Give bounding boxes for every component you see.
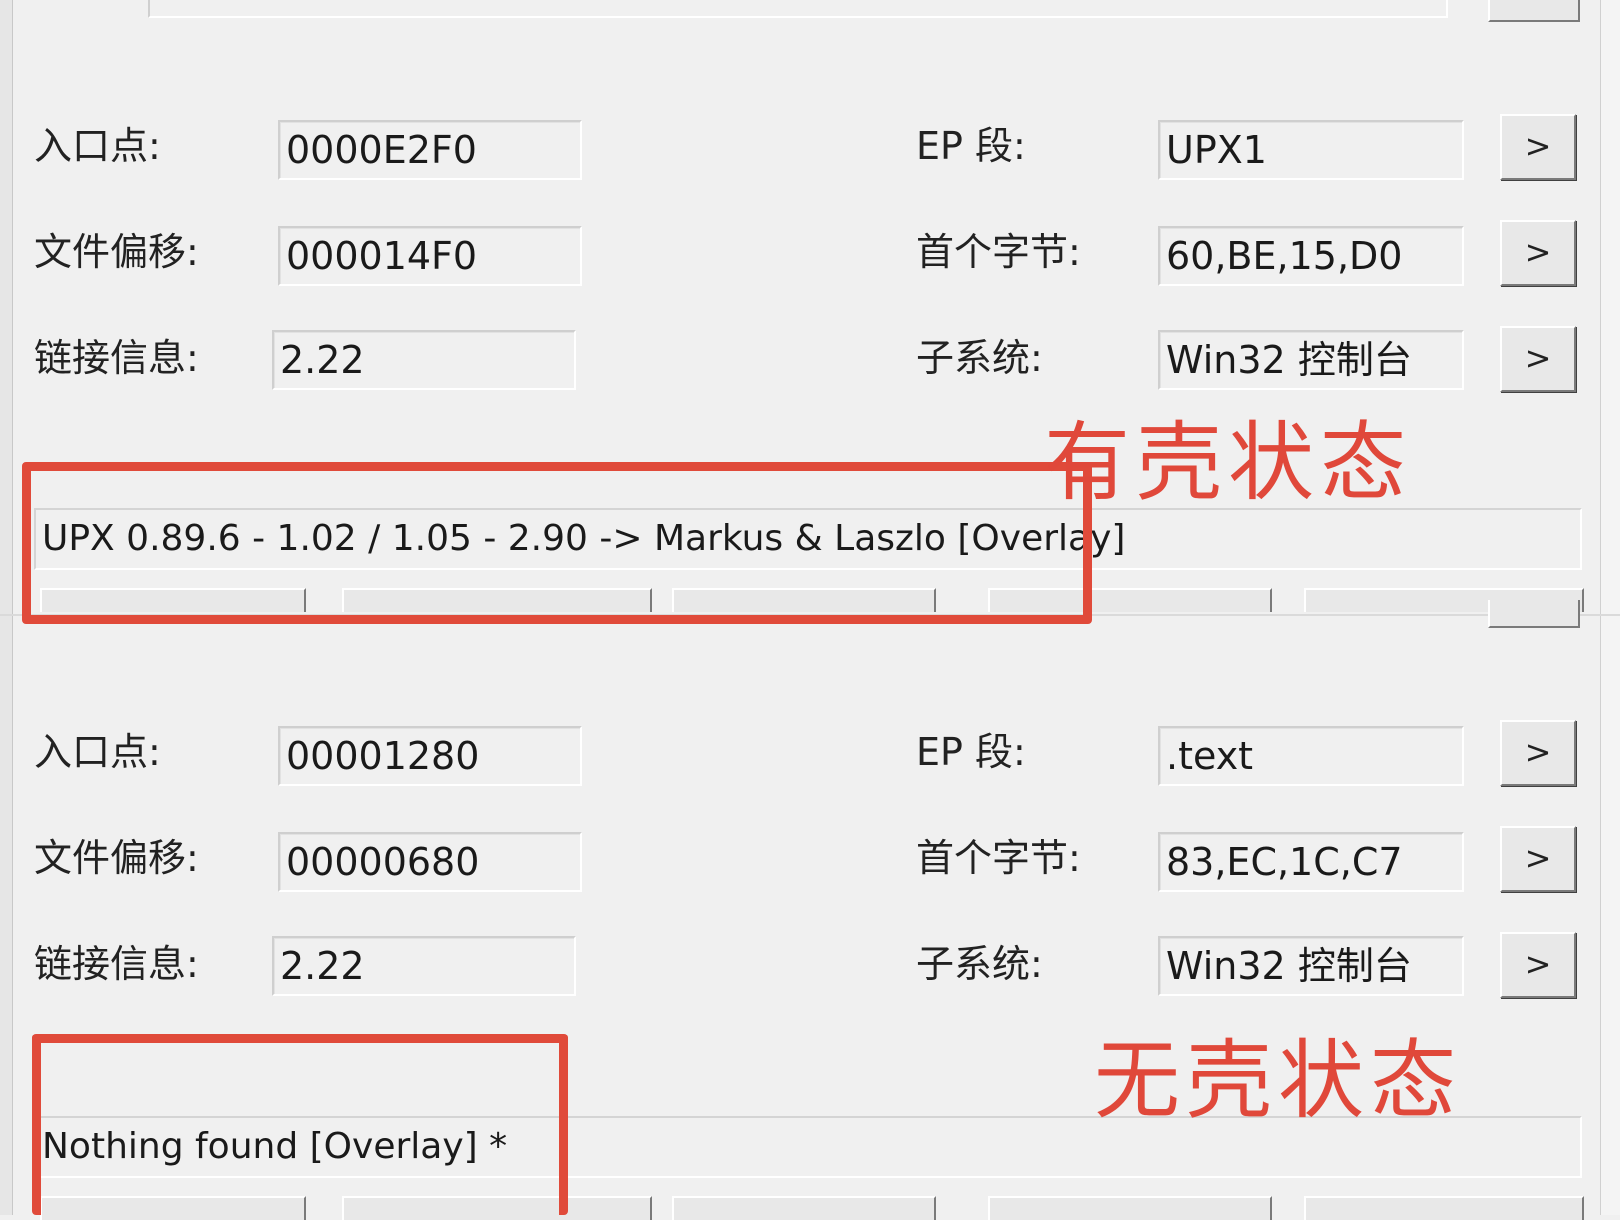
- ep-section-button[interactable]: >: [1500, 720, 1576, 786]
- packed-highlight-box: [22, 462, 1092, 624]
- ep-section-field[interactable]: UPX1: [1158, 120, 1464, 180]
- entry-point-field[interactable]: 0000E2F0: [278, 120, 582, 180]
- entry-point-field[interactable]: 00001280: [278, 726, 582, 786]
- ep-section-label: EP 段:: [916, 730, 1026, 774]
- link-info-field[interactable]: 2.22: [272, 936, 576, 996]
- link-info-field[interactable]: 2.22: [272, 330, 576, 390]
- browse-button[interactable]: [1488, 600, 1580, 628]
- entry-point-label: 入口点:: [34, 124, 161, 168]
- file-offset-field[interactable]: 00000680: [278, 832, 582, 892]
- file-offset-label: 文件偏移:: [34, 836, 199, 880]
- link-info-label: 链接信息:: [34, 942, 199, 986]
- file-offset-field[interactable]: 000014F0: [278, 226, 582, 286]
- subsystem-field[interactable]: Win32 控制台: [1158, 936, 1464, 996]
- subsystem-button[interactable]: >: [1500, 932, 1576, 998]
- first-bytes-field[interactable]: 60,BE,15,D0: [1158, 226, 1464, 286]
- window-left-edge: [0, 0, 13, 1215]
- subsystem-field[interactable]: Win32 控制台: [1158, 330, 1464, 390]
- subsystem-label: 子系统:: [916, 336, 1043, 380]
- entry-point-label: 入口点:: [34, 730, 161, 774]
- first-bytes-label: 首个字节:: [916, 230, 1081, 274]
- first-bytes-button[interactable]: >: [1500, 220, 1576, 286]
- subsystem-label: 子系统:: [916, 942, 1043, 986]
- first-bytes-field[interactable]: 83,EC,1C,C7: [1158, 832, 1464, 892]
- packed-annotation: 有壳状态: [1044, 413, 1412, 513]
- first-bytes-label: 首个字节:: [916, 836, 1081, 880]
- first-bytes-button[interactable]: >: [1500, 826, 1576, 892]
- unpacked-annotation: 无壳状态: [1094, 1031, 1462, 1131]
- toolbar-button[interactable]: [672, 1196, 936, 1220]
- window-right-edge: [1600, 0, 1620, 1215]
- subsystem-button[interactable]: >: [1500, 326, 1576, 392]
- file-path-field[interactable]: [148, 0, 1448, 18]
- file-offset-label: 文件偏移:: [34, 230, 199, 274]
- unpacked-highlight-box: [32, 1034, 568, 1215]
- link-info-label: 链接信息:: [34, 336, 199, 380]
- toolbar-button[interactable]: [988, 1196, 1272, 1220]
- toolbar-button[interactable]: [1304, 1196, 1584, 1220]
- browse-button[interactable]: [1488, 0, 1580, 22]
- ep-section-label: EP 段:: [916, 124, 1026, 168]
- ep-section-button[interactable]: >: [1500, 114, 1576, 180]
- ep-section-field[interactable]: .text: [1158, 726, 1464, 786]
